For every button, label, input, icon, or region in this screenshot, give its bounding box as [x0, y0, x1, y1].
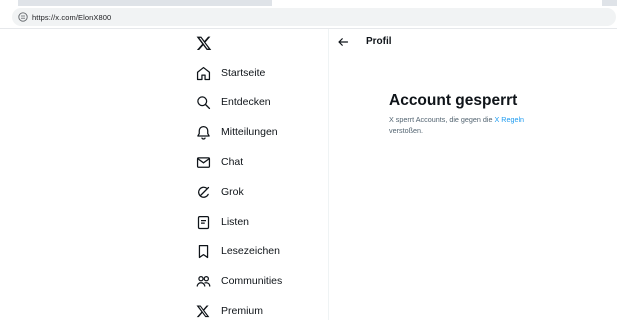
nav-item-label: Communities — [221, 275, 283, 287]
site-info-icon[interactable] — [16, 10, 30, 24]
home-icon — [193, 63, 213, 83]
nav-item-label: Startseite — [221, 67, 266, 79]
list-icon — [193, 212, 213, 232]
page-title: Profil — [366, 36, 392, 47]
url-text[interactable]: https://x.com/ElonX800 — [32, 13, 111, 22]
x-rules-link[interactable]: X Regeln — [494, 115, 524, 124]
nav-item-chat[interactable]: Chat — [193, 151, 243, 173]
x-logo-icon[interactable] — [196, 35, 214, 53]
nav-item-startseite[interactable]: Startseite — [193, 62, 265, 84]
nav-item-listen[interactable]: Listen — [193, 211, 249, 233]
column-divider — [328, 29, 329, 320]
nav-item-mitteilungen[interactable]: Mitteilungen — [193, 121, 278, 143]
bell-icon — [193, 122, 213, 142]
nav-item-label: Mitteilungen — [221, 126, 278, 138]
account-suspended-title: Account gesperrt — [389, 92, 518, 109]
nav-item-communities[interactable]: Communities — [193, 270, 282, 292]
account-suspended-message: X sperrt Accounts, die gegen die X Regel… — [389, 115, 549, 136]
back-arrow-icon[interactable] — [337, 35, 349, 47]
nav-item-grok[interactable]: Grok — [193, 181, 244, 203]
bookmark-icon — [193, 241, 213, 261]
message-text: X sperrt Accounts, die gegen die — [389, 115, 495, 124]
nav-item-label: Listen — [221, 216, 250, 228]
nav-item-premium[interactable]: Premium — [193, 300, 263, 322]
nav-item-label: Grok — [221, 186, 244, 198]
browser-toolbar: https://x.com/ElonX800 — [0, 6, 617, 29]
people-icon — [193, 271, 213, 291]
envelope-icon — [193, 152, 213, 172]
nav-item-lesezeichen[interactable]: Lesezeichen — [193, 240, 280, 262]
nav-item-label: Chat — [221, 156, 244, 168]
nav-item-label: Premium — [221, 305, 264, 317]
address-bar[interactable]: https://x.com/ElonX800 — [12, 8, 616, 26]
nav-item-label: Entdecken — [221, 96, 271, 108]
message-text-end: verstoßen. — [389, 125, 423, 135]
nav-item-label: Lesezeichen — [221, 245, 280, 257]
grok-icon — [193, 182, 213, 202]
nav-item-entdecken[interactable]: Entdecken — [193, 91, 271, 113]
search-icon — [193, 92, 213, 112]
x-logo-icon — [193, 301, 213, 321]
